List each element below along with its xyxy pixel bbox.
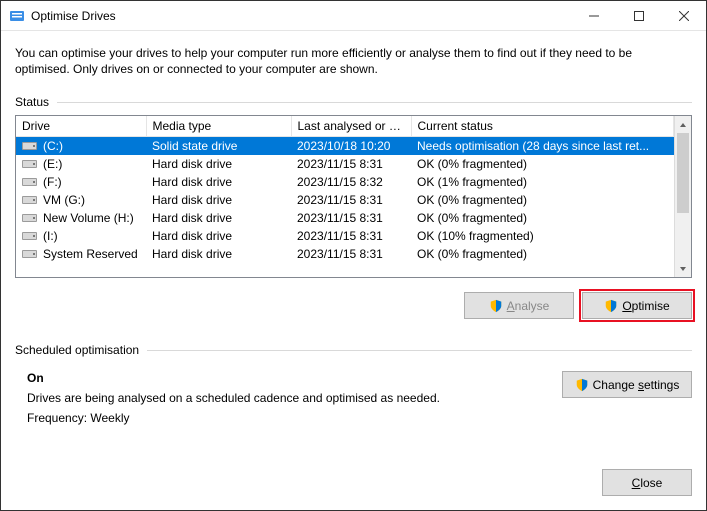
drive-last: 2023/11/15 8:31: [291, 191, 411, 209]
drive-last: 2023/11/15 8:32: [291, 173, 411, 191]
window-title: Optimise Drives: [31, 9, 571, 23]
drive-status: OK (1% fragmented): [411, 173, 674, 191]
scroll-up-icon[interactable]: [675, 116, 691, 133]
drive-last: 2023/11/15 8:31: [291, 155, 411, 173]
col-last[interactable]: Last analysed or o...: [291, 116, 411, 137]
maximize-button[interactable]: [616, 1, 661, 31]
table-row[interactable]: New Volume (H:) Hard disk drive2023/11/15…: [16, 209, 674, 227]
scrollbar[interactable]: [674, 116, 691, 277]
drive-name: (E:): [43, 157, 62, 171]
shield-icon: [604, 299, 618, 313]
drive-icon: [22, 140, 38, 152]
drive-media: Hard disk drive: [146, 209, 291, 227]
drive-icon: [22, 230, 38, 242]
shield-icon: [489, 299, 503, 313]
drive-media: Solid state drive: [146, 137, 291, 156]
drive-name: (I:): [43, 229, 58, 243]
drive-status: OK (0% fragmented): [411, 209, 674, 227]
drive-last: 2023/11/15 8:31: [291, 209, 411, 227]
table-row[interactable]: (E:) Hard disk drive2023/11/15 8:31OK (0%…: [16, 155, 674, 173]
app-icon: [9, 8, 25, 24]
intro-text: You can optimise your drives to help you…: [15, 45, 665, 77]
drive-media: Hard disk drive: [146, 191, 291, 209]
table-row[interactable]: (I:) Hard disk drive2023/11/15 8:31OK (10…: [16, 227, 674, 245]
drive-media: Hard disk drive: [146, 155, 291, 173]
drive-status: OK (10% fragmented): [411, 227, 674, 245]
col-media[interactable]: Media type: [146, 116, 291, 137]
drive-media: Hard disk drive: [146, 227, 291, 245]
drive-icon: [22, 194, 38, 206]
optimise-button[interactable]: Optimise: [582, 292, 692, 319]
analyse-button: Analyse: [464, 292, 574, 319]
drive-name: (F:): [43, 175, 62, 189]
drive-icon: [22, 212, 38, 224]
schedule-desc: Drives are being analysed on a scheduled…: [27, 391, 562, 405]
drive-last: 2023/10/18 10:20: [291, 137, 411, 156]
drive-name: New Volume (H:): [43, 211, 134, 225]
close-dialog-button[interactable]: Close: [602, 469, 692, 496]
drive-status: OK (0% fragmented): [411, 191, 674, 209]
close-button[interactable]: [661, 1, 706, 31]
status-section-label: Status: [15, 95, 692, 109]
table-header-row[interactable]: Drive Media type Last analysed or o... C…: [16, 116, 674, 137]
scroll-thumb[interactable]: [677, 133, 689, 213]
drive-name: System Reserved: [43, 247, 138, 261]
table-row[interactable]: System Reserved Hard disk drive2023/11/15…: [16, 245, 674, 263]
drive-icon: [22, 158, 38, 170]
table-row[interactable]: (F:) Hard disk drive2023/11/15 8:32OK (1%…: [16, 173, 674, 191]
col-status[interactable]: Current status: [411, 116, 674, 137]
scroll-down-icon[interactable]: [675, 260, 691, 277]
drive-media: Hard disk drive: [146, 245, 291, 263]
scroll-track[interactable]: [675, 133, 691, 260]
change-settings-button[interactable]: Change settings: [562, 371, 692, 398]
drives-table: Drive Media type Last analysed or o... C…: [15, 115, 692, 278]
drive-last: 2023/11/15 8:31: [291, 227, 411, 245]
drive-status: OK (0% fragmented): [411, 245, 674, 263]
drive-media: Hard disk drive: [146, 173, 291, 191]
table-row[interactable]: VM (G:) Hard disk drive2023/11/15 8:31OK …: [16, 191, 674, 209]
drive-last: 2023/11/15 8:31: [291, 245, 411, 263]
minimize-button[interactable]: [571, 1, 616, 31]
drive-status: OK (0% fragmented): [411, 155, 674, 173]
schedule-section-label: Scheduled optimisation: [15, 343, 692, 357]
drive-icon: [22, 248, 38, 260]
table-row[interactable]: (C:) Solid state drive2023/10/18 10:20Nee…: [16, 137, 674, 156]
titlebar: Optimise Drives: [1, 1, 706, 31]
drive-icon: [22, 176, 38, 188]
drive-name: (C:): [43, 139, 63, 153]
schedule-state: On: [27, 371, 562, 385]
schedule-freq: Frequency: Weekly: [27, 411, 562, 425]
shield-icon: [575, 378, 589, 392]
drive-name: VM (G:): [43, 193, 85, 207]
col-drive[interactable]: Drive: [16, 116, 146, 137]
drive-status: Needs optimisation (28 days since last r…: [411, 137, 674, 156]
